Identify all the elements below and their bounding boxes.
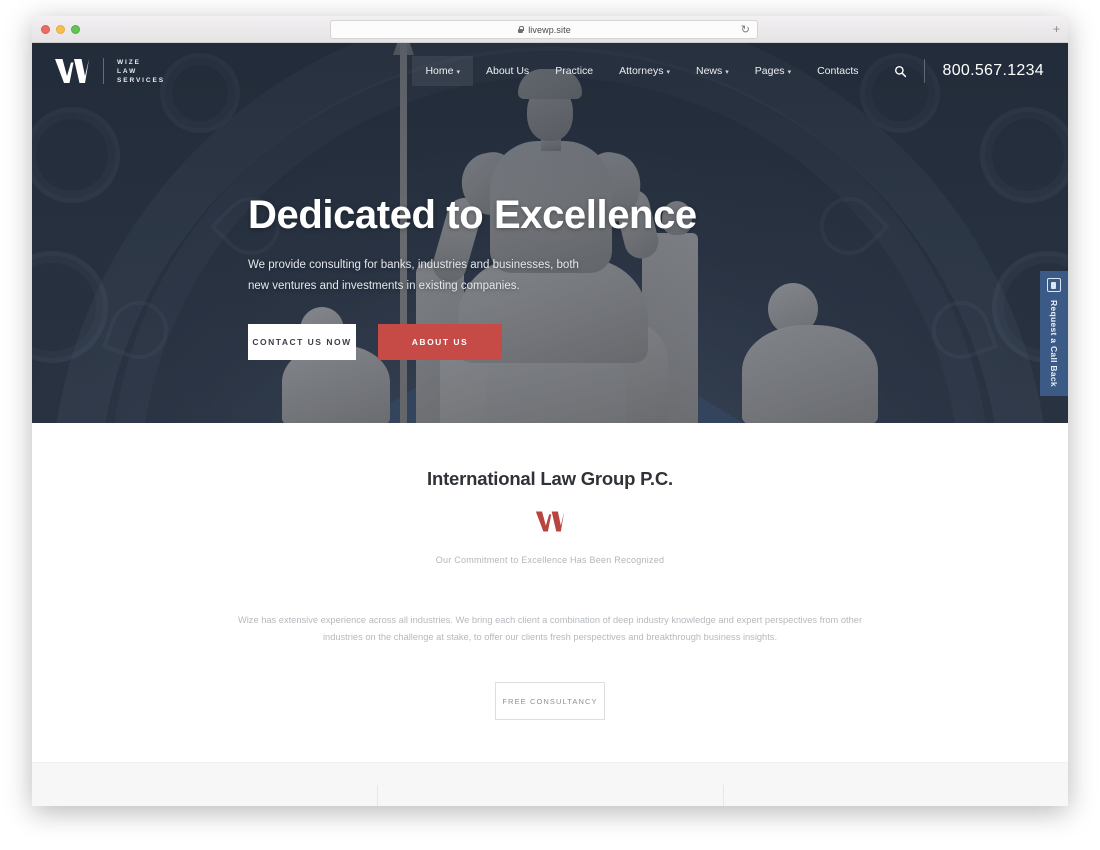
new-tab-icon[interactable]: + [1053,23,1060,35]
nav-label: About Us [485,65,530,77]
about-tagline: Our Commitment to Excellence Has Been Re… [435,555,665,565]
minimize-window-button[interactable] [56,24,65,34]
nav-item-attorneys[interactable]: Attorneys ▾ [606,56,683,86]
nav-item-home[interactable]: Home ▾ [412,56,473,86]
hero-title: Dedicated to Excellence [248,193,697,237]
logo-line-3: SERVICES [117,76,165,84]
nav-label: Home [425,65,454,77]
nav-label: News [696,65,723,77]
callback-label: Request a Call Back [1049,300,1059,387]
hero-subtitle: We provide consulting for banks, industr… [248,255,697,297]
w-monogram-icon-red [535,511,565,532]
nav-label: Contacts [817,65,859,77]
search-icon[interactable] [892,62,910,80]
nav-label: Attorneys [619,65,664,77]
w-monogram-icon [55,59,89,83]
free-consultancy-button[interactable]: FREE CONSULTANCY [495,682,605,720]
hero-buttons: CONTACT US NOW ABOUT US [248,324,697,360]
nav-item-news[interactable]: News ▾ [683,56,742,86]
nav-label: Practice [555,65,594,77]
chevron-down-icon: ▾ [666,69,670,76]
callback-form-icon [1047,278,1061,292]
nav-label: Pages [754,65,785,77]
phone-number[interactable]: 800.567.1234 [943,62,1044,80]
service-cell-person-check[interactable] [377,763,722,806]
contact-us-now-button[interactable]: CONTACT US NOW [248,324,356,360]
nav-divider [923,59,925,83]
nav-item-pages[interactable]: Pages ▾ [742,56,804,86]
chevron-down-icon: ▾ [456,69,460,76]
hero-subtitle-line-1: We provide consulting for banks, industr… [248,259,579,271]
logo-divider [103,58,104,84]
page-viewport: WIZE LAW SERVICES Home ▾ About Us Practic… [32,43,1068,806]
about-us-button[interactable]: ABOUT US [378,324,502,360]
browser-toolbar: livewp.site ↻ + [32,16,1068,43]
about-section: International Law Group P.C. Our Commitm… [32,423,1068,762]
logo-line-2: LAW [117,67,138,75]
maximize-window-button[interactable] [71,24,80,34]
nav-item-practice[interactable]: Practice [542,56,606,86]
hero-section: WIZE LAW SERVICES Home ▾ About Us Practic… [32,43,1068,423]
request-callback-tab[interactable]: Request a Call Back [1040,271,1068,396]
logo-wordmark: WIZE LAW SERVICES [117,59,165,84]
chevron-down-icon: ▾ [787,69,792,76]
main-navigation: WIZE LAW SERVICES Home ▾ About Us Practic… [32,43,1068,99]
service-cell-heart-pulse[interactable] [722,763,1068,806]
services-strip [32,762,1068,806]
hero-content: Dedicated to Excellence We provide consu… [248,193,697,360]
lock-icon [517,25,525,34]
about-body-text: Wize has extensive experience across all… [237,615,863,642]
site-logo[interactable]: WIZE LAW SERVICES [54,58,165,84]
address-bar[interactable]: livewp.site ↻ [330,20,758,39]
about-title: International Law Group P.C. [427,468,673,489]
hero-subtitle-line-2: new ventures and investments in existing… [248,280,520,292]
browser-window: livewp.site ↻ + WIZE LAW SERVICES Home ▾… [32,16,1068,806]
nav-menu: Home ▾ About Us Practice Attorneys ▾ News ▾ [412,56,1044,86]
nav-item-about-us[interactable]: About Us [473,56,542,86]
url-text: livewp.site [528,24,571,35]
close-window-button[interactable] [41,24,50,34]
logo-line-1: WIZE [117,58,141,66]
chevron-down-icon: ▾ [725,69,729,76]
service-cell-courthouse[interactable] [32,763,377,806]
nav-item-contacts[interactable]: Contacts [804,56,871,86]
window-controls[interactable] [41,24,80,34]
reload-icon[interactable]: ↻ [741,25,750,36]
